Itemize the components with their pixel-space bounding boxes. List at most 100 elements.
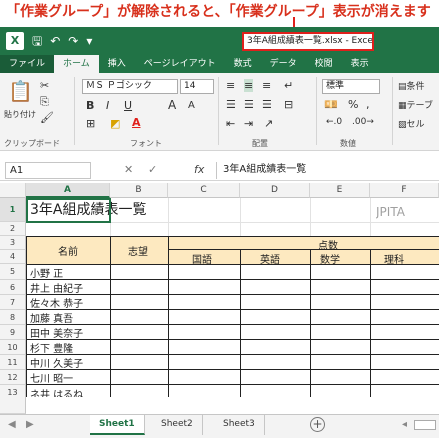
cell-styles-label: セル	[406, 120, 425, 130]
customize-qat-icon[interactable]: ▾	[86, 32, 92, 50]
scroll-tabs-right-icon[interactable]: ▶	[26, 419, 34, 430]
copy-icon[interactable]: ⎘	[40, 95, 49, 109]
undo-icon[interactable]: ↶	[50, 32, 60, 50]
underline-button[interactable]: U	[124, 99, 132, 112]
group-clipboard-label: クリップボード	[4, 139, 60, 148]
italic-button[interactable]: I	[106, 99, 109, 112]
tab-insert[interactable]: 挿入	[99, 55, 135, 73]
align-middle-icon[interactable]: ≡	[244, 79, 254, 92]
select-all-corner[interactable]	[0, 183, 26, 198]
align-center-icon[interactable]: ☰	[244, 98, 254, 111]
font-color-button[interactable]: A	[132, 116, 141, 129]
row-header[interactable]: 13	[0, 385, 26, 414]
insert-function-button[interactable]: fx	[194, 163, 204, 176]
student-name[interactable]: 田中 美奈子	[30, 325, 83, 340]
number-format-select[interactable]: 標準	[322, 79, 380, 94]
paste-icon[interactable]: 📋	[8, 79, 33, 103]
column-header-d[interactable]: D	[240, 183, 310, 198]
student-name[interactable]: 加藤 真吾	[30, 310, 73, 325]
enter-icon[interactable]: ✓	[148, 163, 157, 176]
font-size-select[interactable]: 14	[180, 79, 214, 94]
column-header-a[interactable]: A	[26, 183, 110, 198]
add-sheet-icon[interactable]: +	[310, 417, 325, 432]
increase-decimal-icon[interactable]: ←.0	[326, 117, 342, 127]
currency-icon[interactable]: 💴	[324, 98, 338, 111]
sheet-tab-sheet1[interactable]: Sheet1	[90, 415, 145, 435]
horizontal-scrollbar[interactable]	[414, 420, 436, 430]
format-as-table-label: テーブ	[406, 101, 433, 111]
fill-color-icon[interactable]: ◩	[110, 117, 120, 130]
row-header[interactable]: 2	[0, 222, 26, 236]
row-header[interactable]: 9	[0, 325, 26, 340]
format-as-table-button[interactable]: ▦テーブ	[398, 98, 433, 111]
hscroll-left-icon[interactable]: ◂	[402, 419, 407, 430]
student-name[interactable]: 佐々木 恭子	[30, 295, 83, 310]
row-header[interactable]: 12	[0, 370, 26, 385]
row-header[interactable]: 4	[0, 250, 26, 264]
tab-file[interactable]: ファイル	[0, 55, 55, 73]
row-header[interactable]: 6	[0, 280, 26, 295]
wrap-text-icon[interactable]: ↵	[284, 79, 293, 92]
excel-logo-icon: X	[6, 32, 24, 50]
format-painter-icon[interactable]: 🖌	[40, 111, 54, 124]
column-header-e[interactable]: E	[310, 183, 370, 198]
table-border	[26, 384, 439, 385]
scroll-tabs-left-icon[interactable]: ◀	[8, 419, 16, 430]
tab-review[interactable]: 校閲	[306, 55, 342, 73]
percent-button[interactable]: %	[348, 98, 358, 111]
student-name[interactable]: 井上 由紀子	[30, 280, 83, 295]
student-name[interactable]: 七川 昭一	[30, 370, 73, 385]
student-name[interactable]: 杉下 豊隆	[30, 340, 73, 355]
shrink-font-button[interactable]: A	[188, 100, 195, 111]
row-header[interactable]: 10	[0, 340, 26, 355]
align-right-icon[interactable]: ☰	[262, 98, 272, 111]
cut-icon[interactable]: ✂	[40, 79, 49, 92]
format-table-icon: ▦	[398, 101, 407, 111]
sheet-tab-sheet3[interactable]: Sheet3	[214, 415, 265, 435]
orientation-icon[interactable]: ↗	[264, 117, 273, 130]
tab-formulas[interactable]: 数式	[225, 55, 261, 73]
row-header[interactable]: 7	[0, 295, 26, 310]
merge-center-icon[interactable]: ⊟	[284, 98, 293, 111]
org-name[interactable]: JPITA	[376, 205, 405, 219]
cancel-icon[interactable]: ✕	[124, 163, 133, 176]
column-header-b[interactable]: B	[110, 183, 168, 198]
row-header[interactable]: 8	[0, 310, 26, 325]
redo-icon[interactable]: ↷	[68, 32, 78, 50]
student-name[interactable]: 小野 正	[30, 265, 63, 280]
align-top-icon[interactable]: ≡	[226, 79, 235, 92]
header-name[interactable]: 名前	[58, 243, 78, 258]
save-icon[interactable]: 🖫	[32, 32, 42, 50]
row-header[interactable]: 11	[0, 355, 26, 370]
tab-page-layout[interactable]: ページレイアウト	[135, 55, 225, 73]
paste-button[interactable]: 貼り付け	[4, 109, 36, 120]
borders-icon[interactable]: ⊞	[86, 117, 95, 130]
student-name[interactable]: 中川 久美子	[30, 355, 83, 370]
align-left-icon[interactable]: ☰	[226, 98, 236, 111]
font-name-select[interactable]: ＭＳ Ｐゴシック	[82, 79, 178, 94]
align-bottom-icon[interactable]: ≡	[262, 79, 271, 92]
cell-styles-button[interactable]: ▧セル	[398, 117, 425, 130]
column-header-f[interactable]: F	[370, 183, 439, 198]
bold-button[interactable]: B	[86, 99, 94, 112]
worksheet-grid[interactable]: A B C D E F 1 2 3 4 5 6 7 8 9 10 11 12 1…	[0, 183, 439, 414]
decrease-decimal-icon[interactable]: .00→	[352, 117, 374, 127]
table-border	[26, 294, 439, 295]
conditional-formatting-button[interactable]: ▤条件	[398, 79, 425, 92]
sheet-tab-sheet2[interactable]: Sheet2	[152, 415, 203, 435]
row-header[interactable]: 5	[0, 264, 26, 280]
row-header[interactable]: 3	[0, 236, 26, 250]
name-box[interactable]: A1	[5, 162, 91, 179]
row-header[interactable]: 1	[0, 198, 26, 222]
tab-view[interactable]: 表示	[342, 55, 378, 73]
formula-input[interactable]: 3年A組成績表一覧	[216, 162, 438, 179]
student-name[interactable]: ネ井 はるね	[30, 386, 83, 397]
tab-data[interactable]: データ	[261, 55, 306, 73]
increase-indent-icon[interactable]: ⇥	[244, 117, 253, 130]
decrease-indent-icon[interactable]: ⇤	[226, 117, 235, 130]
comma-button[interactable]: ,	[366, 98, 370, 111]
header-choice[interactable]: 志望	[128, 243, 148, 258]
tab-home[interactable]: ホーム	[54, 55, 99, 73]
grow-font-button[interactable]: A	[168, 98, 176, 112]
column-header-c[interactable]: C	[168, 183, 240, 198]
